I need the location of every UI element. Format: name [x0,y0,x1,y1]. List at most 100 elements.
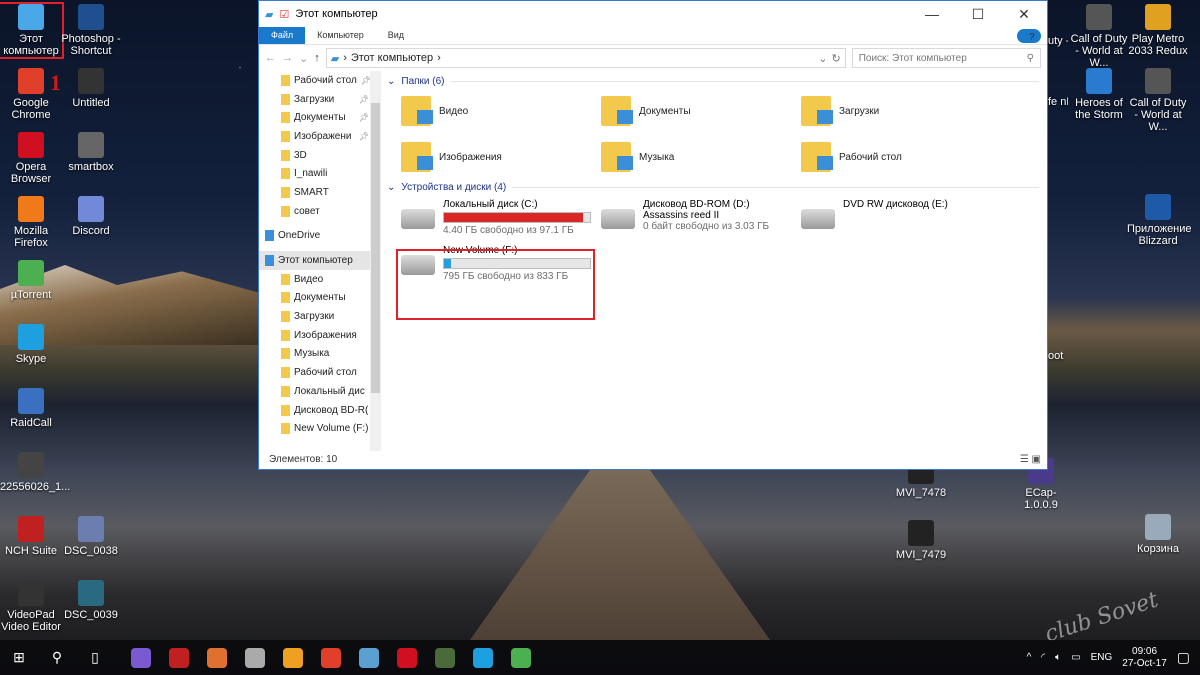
folders-header[interactable]: ⌄ Папки (6) [387,71,1039,91]
sidebar-item[interactable]: Локальный дис [259,382,381,401]
sidebar-item[interactable]: Загрузки [259,307,381,326]
sidebar-item[interactable]: I_nawili [259,164,381,183]
taskbar: ⊞ ⚲ ▯ ^ ◜ 🔈︎ ▭ ENG 09:06 27-Oct-17 ▢ [0,640,1200,675]
language-indicator[interactable]: ENG [1091,652,1113,663]
desktop-icon[interactable]: Приложение Blizzard [1127,194,1192,247]
battery-icon[interactable]: ▭ [1071,652,1080,663]
desktop-icon[interactable]: VideoPad Video Editor [0,580,62,633]
volume-icon[interactable]: 🔈︎ [1055,652,1061,663]
sidebar-item[interactable]: SMART [259,183,381,202]
taskbar-app[interactable] [426,640,464,675]
folder-icon [401,96,433,126]
pin-icon[interactable]: 📌︎ [359,132,369,141]
sidebar-item[interactable]: Музыка [259,345,381,364]
address-bar[interactable]: ▰ › Этот компьютер › ⌄ ↻ [325,48,846,68]
devices-header[interactable]: ⌄ Устройства и диски (4) [387,177,1039,197]
tab-computer[interactable]: Компьютер [305,27,376,44]
folder-item[interactable]: Загрузки [801,91,1001,131]
tab-file[interactable]: Файл [259,27,306,44]
sidebar-item[interactable]: Рабочий стол 📌︎ [259,71,381,90]
app-icon [18,132,44,158]
drive-item[interactable]: Локальный диск (C:) 4.40 ГБ свободно из 9… [401,197,601,239]
taskbar-app[interactable] [350,640,388,675]
sidebar-item[interactable]: Документы 📌︎ [259,108,381,127]
folder-item[interactable]: Видео [401,91,601,131]
sidebar-item[interactable]: Загрузки 📌︎ [259,90,381,109]
task-view-button[interactable]: ▯ [76,640,114,675]
pin-icon[interactable]: 📌︎ [359,95,369,104]
desktop-icon[interactable]: Call of Duty - World at W... [1068,4,1130,69]
desktop-icon[interactable]: smartbox [60,132,122,173]
sidebar-item[interactable]: совет [259,202,381,221]
taskbar-app[interactable] [502,640,540,675]
desktop-icon[interactable]: µTorrent [0,260,62,301]
sidebar-item[interactable]: Документы [259,289,381,308]
desktop-icon[interactable]: NCH Suite [0,516,62,557]
desktop-icon[interactable]: Этот компьютер [0,2,64,59]
desktop-icon[interactable]: DSC_0039 [60,580,122,621]
sidebar-item[interactable]: Рабочий стол [259,363,381,382]
desktop-icon[interactable]: Untitled [60,68,122,109]
maximize-button[interactable]: ☐ [955,6,1001,23]
desktop-icon[interactable]: DSC_0038 [60,516,122,557]
taskbar-app[interactable] [388,640,426,675]
search-button[interactable]: ⚲ [38,640,76,675]
minimize-button[interactable]: — [909,6,955,23]
tab-view[interactable]: Вид [376,27,416,44]
recent-dropdown[interactable]: ⌄ [299,52,308,65]
help-button[interactable]: ? [1017,28,1041,43]
desktop-icon[interactable]: Mozilla Firefox [0,196,62,249]
folder-item[interactable]: Рабочий стол [801,137,1001,177]
taskbar-app[interactable] [312,640,350,675]
clock-time: 09:06 [1132,645,1158,657]
folder-item[interactable]: Музыка [601,137,801,177]
sidebar-item[interactable]: Изображения [259,326,381,345]
partial-desktop-label: uty - W... [1048,35,1068,47]
desktop-icon[interactable]: Photoshop - Shortcut [60,4,122,57]
folder-icon [281,74,290,86]
start-button[interactable]: ⊞ [0,640,38,675]
sidebar-item[interactable]: New Volume (F:) [259,419,381,438]
desktop-icon[interactable]: Discord [60,196,122,237]
desktop-icon[interactable]: 22556026_1... [0,452,70,493]
drive-item[interactable]: DVD RW дисковод (E:) [801,197,1001,239]
desktop-icon[interactable]: MVI_7479 [890,520,952,561]
wifi-icon[interactable]: ◜ [1041,652,1045,663]
taskbar-app[interactable] [236,640,274,675]
close-button[interactable]: ✕ [1001,6,1047,23]
taskbar-app[interactable] [274,640,312,675]
taskbar-app[interactable] [160,640,198,675]
forward-button[interactable]: → [282,52,293,64]
taskbar-app[interactable] [464,640,502,675]
desktop-icon[interactable]: Play Metro 2033 Redux [1127,4,1189,57]
sidebar-scrollbar[interactable] [370,71,381,451]
properties-icon[interactable]: ☑ [279,8,289,21]
pin-icon[interactable]: 📌︎ [359,113,369,122]
desktop-icon[interactable]: Heroes of the Storm [1068,68,1130,121]
clock[interactable]: 09:06 27-Oct-17 [1122,646,1166,670]
sidebar-item[interactable]: OneDrive [259,227,381,246]
folder-item[interactable]: Изображения [401,137,601,177]
notifications-icon[interactable]: ▢ [1177,649,1190,666]
desktop-icon[interactable]: Корзина [1127,514,1189,555]
view-toggle[interactable]: ☰ ▣ [1020,454,1041,465]
desktop-icon[interactable]: Skype [0,324,62,365]
taskbar-app[interactable] [122,640,160,675]
sidebar-item[interactable]: Дисковод BD-R( [259,401,381,420]
desktop-icon[interactable]: Call of Duty - World at W... [1127,68,1189,133]
sidebar-item[interactable]: 3D [259,146,381,165]
desktop-icon[interactable]: Opera Browser [0,132,62,185]
desktop-icon[interactable]: RaidCall [0,388,62,429]
taskbar-app[interactable] [198,640,236,675]
back-button[interactable]: ← [265,52,276,64]
chevron-down-icon[interactable]: ⌄ [818,52,827,65]
up-button[interactable]: ↑ [314,52,320,64]
folder-item[interactable]: Документы [601,91,801,131]
sidebar-item[interactable]: Видео [259,270,381,289]
sidebar-item[interactable]: Изображени 📌︎ [259,127,381,146]
search-input[interactable]: Поиск: Этот компьютер ⚲ [851,48,1041,68]
drive-item[interactable]: Дисковод BD-ROM (D:) Assassins reed II 0 … [601,197,801,239]
chevron-up-icon[interactable]: ^ [1027,652,1032,663]
sidebar-item[interactable]: Этот компьютер [259,251,381,270]
refresh-icon[interactable]: ↻ [832,52,841,65]
